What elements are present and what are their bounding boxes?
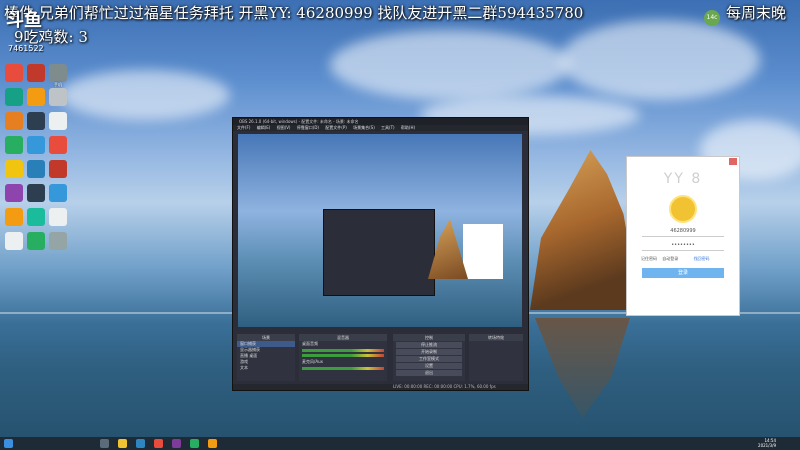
dock-mixer-header: 混音器 [299,334,387,341]
dock-controls[interactable]: 停止推流 开始录制 工作室模式 设置 退出 [393,341,465,381]
folder-icon[interactable] [118,439,127,448]
desktop-icon[interactable] [38,160,78,178]
login-button[interactable]: 登录 [642,268,724,278]
obs-title-bar: OBS 26.1.0 (64-bit, windows) - 配置文件: 未命名… [233,118,528,125]
preview-nested-obs [323,209,435,296]
account-field[interactable]: 46280999 [642,227,724,237]
system-clock[interactable]: 14:54 2021/3/9 [758,438,776,448]
cloud [330,30,570,100]
menu-help[interactable]: 帮助(H) [401,125,415,130]
cloud [560,20,760,100]
dock-controls-header: 控制 [393,334,465,341]
dock-mixer[interactable]: 桌面音频 麦克风/Aux [299,341,387,381]
search-icon[interactable] [100,439,109,448]
start-icon[interactable] [4,439,13,448]
phone-icon [49,64,67,82]
menu-tools[interactable]: 工具(T) [381,125,395,130]
desktop-icon[interactable] [38,184,78,202]
close-icon[interactable] [729,158,737,165]
menu-profile[interactable]: 配置文件(P) [325,125,347,130]
desktop-icon[interactable] [38,112,78,130]
edge-icon [49,184,67,202]
mixer-mic-meter [302,367,384,370]
app-icon [49,232,67,250]
menu-file[interactable]: 文件(F) [237,125,250,130]
obs-icon[interactable] [172,439,181,448]
stop-stream-button[interactable]: 停止推流 [396,342,462,348]
menu-docks[interactable]: 停靠窗口(D) [297,125,319,130]
desktop-icon[interactable] [38,208,78,226]
overlay-line1: 棒件 兄弟们帮忙过过福星任务拜托 开黑YY: 46280999 找队友进开黑二群… [4,4,584,22]
douyu-logo: 斗鱼 [6,10,42,31]
menu-scene-collection[interactable]: 场景集合(S) [353,125,375,130]
room-number: 7461522 [8,44,44,53]
cloud [60,70,230,120]
desktop-icon-label: 手机 [54,82,62,87]
mixer-desktop-meter [302,349,384,352]
obs-menu-bar: 文件(F) 编辑(E) 视图(V) 停靠窗口(D) 配置文件(P) 场景集合(S… [233,125,528,131]
badge-icon: 14c [704,10,720,26]
file-icon [49,88,67,106]
file-icon [49,112,67,130]
password-field[interactable]: •••••••• [642,241,724,251]
menu-edit[interactable]: 编辑(E) [257,125,271,130]
overlay-line1-right: 每周末晚 [726,4,787,22]
yy-logo-title: YY 8 [663,171,703,187]
obs-status-bar: LIVE: 00:00:00 REC: 00:00:00 CPU: 1.7%, … [233,384,528,390]
obs-preview[interactable] [238,134,522,327]
auto-login-checkbox[interactable]: 自动登录 [662,256,678,261]
desktop-icon[interactable] [38,136,78,154]
scene-item[interactable]: 文本 [237,365,295,371]
yy-icon[interactable] [208,439,217,448]
login-options: 记住密码 自动登录 找回密码 [641,256,725,262]
app-icon [49,136,67,154]
studio-mode-button[interactable]: 工作室模式 [396,356,462,362]
rock-reflection [535,318,630,418]
obs-window[interactable]: OBS 26.1.0 (64-bit, windows) - 配置文件: 未命名… [232,117,529,391]
mixer-desktop-meter [302,354,384,357]
preview-nested-yy [463,224,503,279]
edge-icon[interactable] [136,439,145,448]
desktop-icon[interactable]: 手机 [38,64,78,87]
clock-date: 2021/3/9 [758,443,776,448]
desktop-icon[interactable] [38,88,78,106]
settings-button[interactable]: 设置 [396,363,462,369]
file-icon [49,208,67,226]
desktop-icon[interactable] [38,232,78,250]
dock-scenes[interactable]: 窗口捕获 显示器捕获 直播 桌面 游戏 文本 [237,341,295,381]
dock-transitions[interactable] [469,341,523,381]
remember-password-checkbox[interactable]: 记住密码 [641,256,657,261]
find-password-link[interactable]: 找回密码 [694,256,710,261]
taskbar: 14:54 2021/3/9 [0,437,800,450]
rock-island [530,150,640,310]
app-icon [49,160,67,178]
exit-button[interactable]: 退出 [396,370,462,376]
app-icon[interactable] [154,439,163,448]
menu-view[interactable]: 视图(V) [277,125,291,130]
mixer-desktop-label: 桌面音频 [302,341,318,346]
yy-login-window[interactable]: YY 8 46280999 •••••••• 记住密码 自动登录 找回密码 登录 [626,156,740,316]
mixer-mic-label: 麦克风/Aux [302,359,323,364]
dock-scenes-header: 场景 [237,334,295,341]
dock-transitions-header: 转场特效 [469,334,523,341]
start-record-button[interactable]: 开始录制 [396,349,462,355]
app-icon[interactable] [190,439,199,448]
avatar-icon [669,195,697,223]
